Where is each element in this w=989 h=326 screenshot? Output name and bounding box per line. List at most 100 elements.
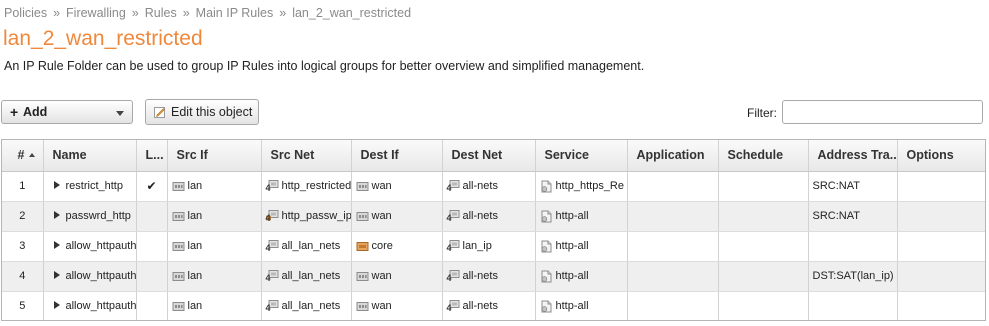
chevron-down-icon (116, 111, 124, 116)
cell-address-translation: SRC:NAT (808, 171, 898, 202)
cell-num: 4 (2, 261, 44, 292)
expand-arrow-icon[interactable] (53, 271, 60, 279)
cell-dest-net[interactable]: 4 all-nets (442, 201, 536, 232)
table-row[interactable]: 4 allow_httpauth lan 4 all_lan_nets wan 4 all-n… (2, 261, 985, 292)
column-header-num-label: # (17, 148, 25, 163)
cell-address-translation: DST:SAT(lan_ip) (808, 261, 898, 292)
expand-arrow-icon[interactable] (53, 211, 60, 219)
interface-icon (356, 270, 369, 283)
interface-icon (356, 300, 369, 313)
cell-service[interactable]: http_https_Re (535, 171, 628, 202)
cell-service-value: http-all (555, 300, 589, 312)
cell-application (627, 291, 719, 320)
cell-src-net[interactable]: 4 all_lan_nets (261, 231, 352, 262)
edit-object-button[interactable]: Edit this object (145, 99, 259, 125)
cell-options (897, 291, 985, 320)
cell-dest-if[interactable]: core (351, 231, 443, 262)
cell-src-if[interactable]: lan (167, 171, 262, 202)
page-description: An IP Rule Folder can be used to group I… (4, 59, 645, 73)
column-header-dest-net[interactable]: Dest Net (442, 140, 536, 172)
cell-service[interactable]: http-all (535, 201, 628, 232)
cell-service[interactable]: http-all (535, 231, 628, 262)
cell-dest-if[interactable]: wan (351, 291, 443, 320)
cell-log (136, 261, 168, 292)
column-header-log[interactable]: L... (136, 140, 168, 172)
cell-src-if-value: lan (187, 270, 203, 282)
cell-dest-net[interactable]: 4 all-nets (442, 171, 536, 202)
cell-src-net[interactable]: 4 http_restricted (261, 171, 352, 202)
cell-dest-if-value: wan (371, 210, 392, 222)
cell-name[interactable]: allow_httpauth (43, 291, 137, 320)
cell-src-if[interactable]: lan (167, 291, 262, 320)
column-header-options[interactable]: Options (897, 140, 985, 172)
cell-name[interactable]: restrict_http (43, 171, 137, 202)
network-icon: 4 (266, 269, 279, 283)
cell-num: 2 (2, 201, 44, 232)
column-header-schedule[interactable]: Schedule (718, 140, 809, 172)
cell-num: 5 (2, 291, 44, 320)
cell-dest-if-value: core (371, 240, 393, 252)
cell-src-net-value: http_restricted (281, 180, 351, 192)
table-header-row: # Name L... Src If Src Net Dest If Dest … (2, 140, 985, 172)
column-header-dest-if[interactable]: Dest If (351, 140, 443, 172)
column-header-application[interactable]: Application (627, 140, 719, 172)
edit-icon (154, 106, 166, 118)
column-header-src-net[interactable]: Src Net (261, 140, 352, 172)
network-icon: 4 (266, 179, 279, 193)
cell-schedule (718, 291, 809, 320)
cell-log (136, 291, 168, 320)
table-row[interactable]: 1 restrict_http ✔ lan 4 http_restricted wan 4 al… (2, 171, 985, 202)
cell-dest-net-value: all-nets (462, 180, 498, 192)
cell-schedule (718, 261, 809, 292)
cell-application (627, 171, 719, 202)
table-row[interactable]: 5 allow_httpauth lan 4 all_lan_nets wan 4 all-n… (2, 291, 985, 320)
cell-dest-if-value: wan (371, 270, 392, 282)
cell-dest-if[interactable]: wan (351, 171, 443, 202)
breadcrumb-rules[interactable]: Rules (145, 6, 177, 20)
cell-src-net-value: http_passw_ip (281, 210, 351, 222)
cell-name[interactable]: allow_httpauth (43, 231, 137, 262)
cell-src-net[interactable]: 4 http_passw_ip (261, 201, 352, 232)
cell-src-if[interactable]: lan (167, 261, 262, 292)
plus-icon: + (10, 104, 19, 120)
expand-arrow-icon[interactable] (53, 301, 60, 309)
service-icon (540, 270, 553, 283)
table-row[interactable]: 3 allow_httpauth lan 4 all_lan_nets core 4 lan_… (2, 231, 985, 262)
service-icon (540, 240, 553, 253)
expand-arrow-icon[interactable] (53, 181, 60, 189)
filter-input[interactable] (782, 100, 983, 124)
breadcrumb-main-ip-rules[interactable]: Main IP Rules (196, 6, 274, 20)
expand-arrow-icon[interactable] (53, 241, 60, 249)
cell-name[interactable]: passwrd_http (43, 201, 137, 232)
add-button[interactable]: + Add (1, 100, 133, 124)
cell-service-value: http_https_Re (555, 180, 625, 192)
cell-name[interactable]: allow_httpauth (43, 261, 137, 292)
cell-src-if-value: lan (187, 240, 203, 252)
cell-src-net[interactable]: 4 all_lan_nets (261, 291, 352, 320)
interface-icon (356, 210, 369, 223)
breadcrumb-firewalling[interactable]: Firewalling (66, 6, 126, 20)
cell-service[interactable]: http-all (535, 261, 628, 292)
cell-dest-net[interactable]: 4 lan_ip (442, 231, 536, 262)
cell-name-value: restrict_http (65, 180, 123, 192)
cell-src-net[interactable]: 4 all_lan_nets (261, 261, 352, 292)
cell-dest-if[interactable]: wan (351, 261, 443, 292)
breadcrumb-policies[interactable]: Policies (4, 6, 47, 20)
breadcrumb-separator: » (182, 6, 190, 20)
column-header-address-translation[interactable]: Address Tra... (808, 140, 898, 172)
table-row[interactable]: 2 passwrd_http lan 4 http_passw_ip wan 4 all-ne… (2, 201, 985, 232)
cell-service-value: http-all (555, 270, 589, 282)
column-header-service[interactable]: Service (535, 140, 628, 172)
column-header-src-if[interactable]: Src If (167, 140, 262, 172)
cell-dest-if[interactable]: wan (351, 201, 443, 232)
cell-dest-net[interactable]: 4 all-nets (442, 291, 536, 320)
column-header-name[interactable]: Name (43, 140, 137, 172)
cell-src-if[interactable]: lan (167, 231, 262, 262)
cell-dest-net[interactable]: 4 all-nets (442, 261, 536, 292)
cell-src-if[interactable]: lan (167, 201, 262, 232)
network-group-icon: 4 (266, 209, 279, 223)
cell-dest-net-value: all-nets (462, 270, 498, 282)
cell-service-value: http-all (555, 240, 589, 252)
column-header-num[interactable]: # (2, 140, 44, 172)
cell-service[interactable]: http-all (535, 291, 628, 320)
